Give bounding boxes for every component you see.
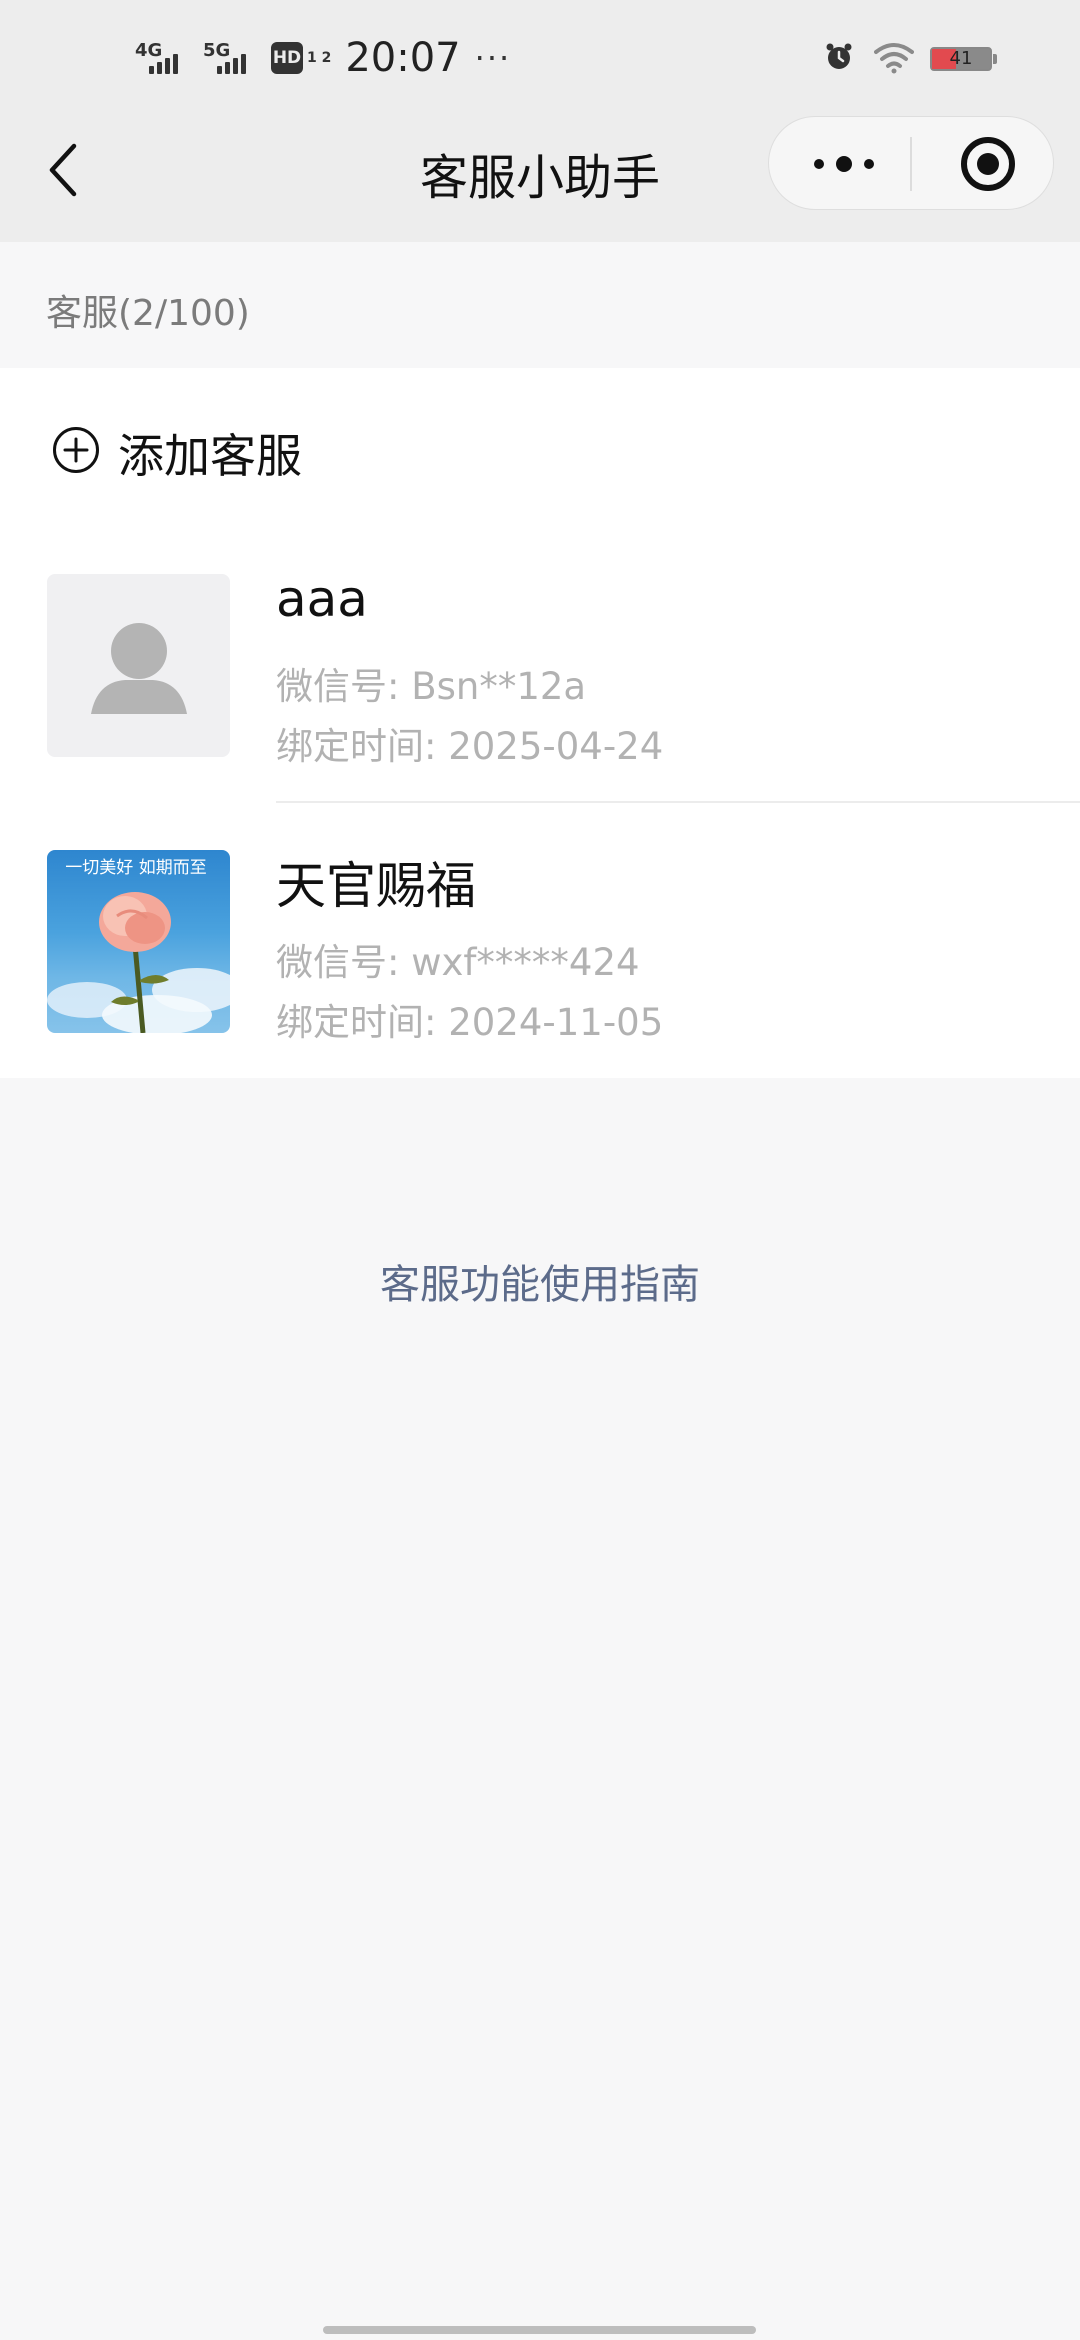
battery-percent: 41 xyxy=(949,48,973,69)
plus-circle-icon xyxy=(53,427,99,473)
alarm-icon xyxy=(826,43,852,69)
list-divider xyxy=(276,801,1080,803)
battery-tip xyxy=(993,54,997,64)
hd-fraction: 1 2 xyxy=(307,50,332,66)
agent-count-label: 客服(2/100) xyxy=(46,293,250,334)
rose-photo-avatar: 一切美好 如期而至 xyxy=(47,850,230,1033)
agent-row[interactable]: aaa 微信号: Bsn**12a 绑定时间: 2025-04-24 xyxy=(0,530,1080,806)
capsule-divider xyxy=(910,137,912,191)
agent-bind-time: 绑定时间: 2025-04-24 xyxy=(276,725,664,768)
default-person-avatar xyxy=(47,574,230,757)
status-more-dots: ··· xyxy=(474,39,512,77)
wifi-icon xyxy=(874,43,914,74)
agent-name: 天官赐福 xyxy=(276,857,476,915)
agent-wechat-id: 微信号: Bsn**12a xyxy=(276,665,587,708)
home-indicator[interactable] xyxy=(323,2326,756,2334)
agent-wechat-id: 微信号: wxf*****424 xyxy=(276,941,640,984)
hd-icon: HD xyxy=(271,42,303,74)
status-time: 20:07 xyxy=(345,35,461,81)
agent-row[interactable]: 一切美好 如期而至 天官赐福 微信号: wxf*****424 绑定时间: 20… xyxy=(0,806,1080,1082)
add-agent-label: 添加客服 xyxy=(118,429,302,483)
battery-icon: 41 xyxy=(930,47,992,71)
signal-4g-icon: 4G xyxy=(135,36,193,80)
agent-bind-time: 绑定时间: 2024-11-05 xyxy=(276,1001,664,1044)
usage-guide-link[interactable]: 客服功能使用指南 xyxy=(0,1252,1080,1310)
section-header: 客服(2/100) xyxy=(0,242,1080,368)
person-icon xyxy=(91,623,187,714)
miniprogram-capsule xyxy=(768,116,1054,210)
close-target-icon[interactable] xyxy=(959,135,1017,193)
signal-5g-icon: 5G xyxy=(203,36,261,80)
agent-name: aaa xyxy=(276,570,368,628)
status-bar: 4G 5G HD 1 2 20:07 ··· 41 xyxy=(0,0,1080,120)
more-dots-icon[interactable] xyxy=(809,147,879,181)
avatar-caption: 一切美好 如期而至 xyxy=(65,858,207,878)
add-agent-button[interactable]: 添加客服 xyxy=(0,368,1080,528)
